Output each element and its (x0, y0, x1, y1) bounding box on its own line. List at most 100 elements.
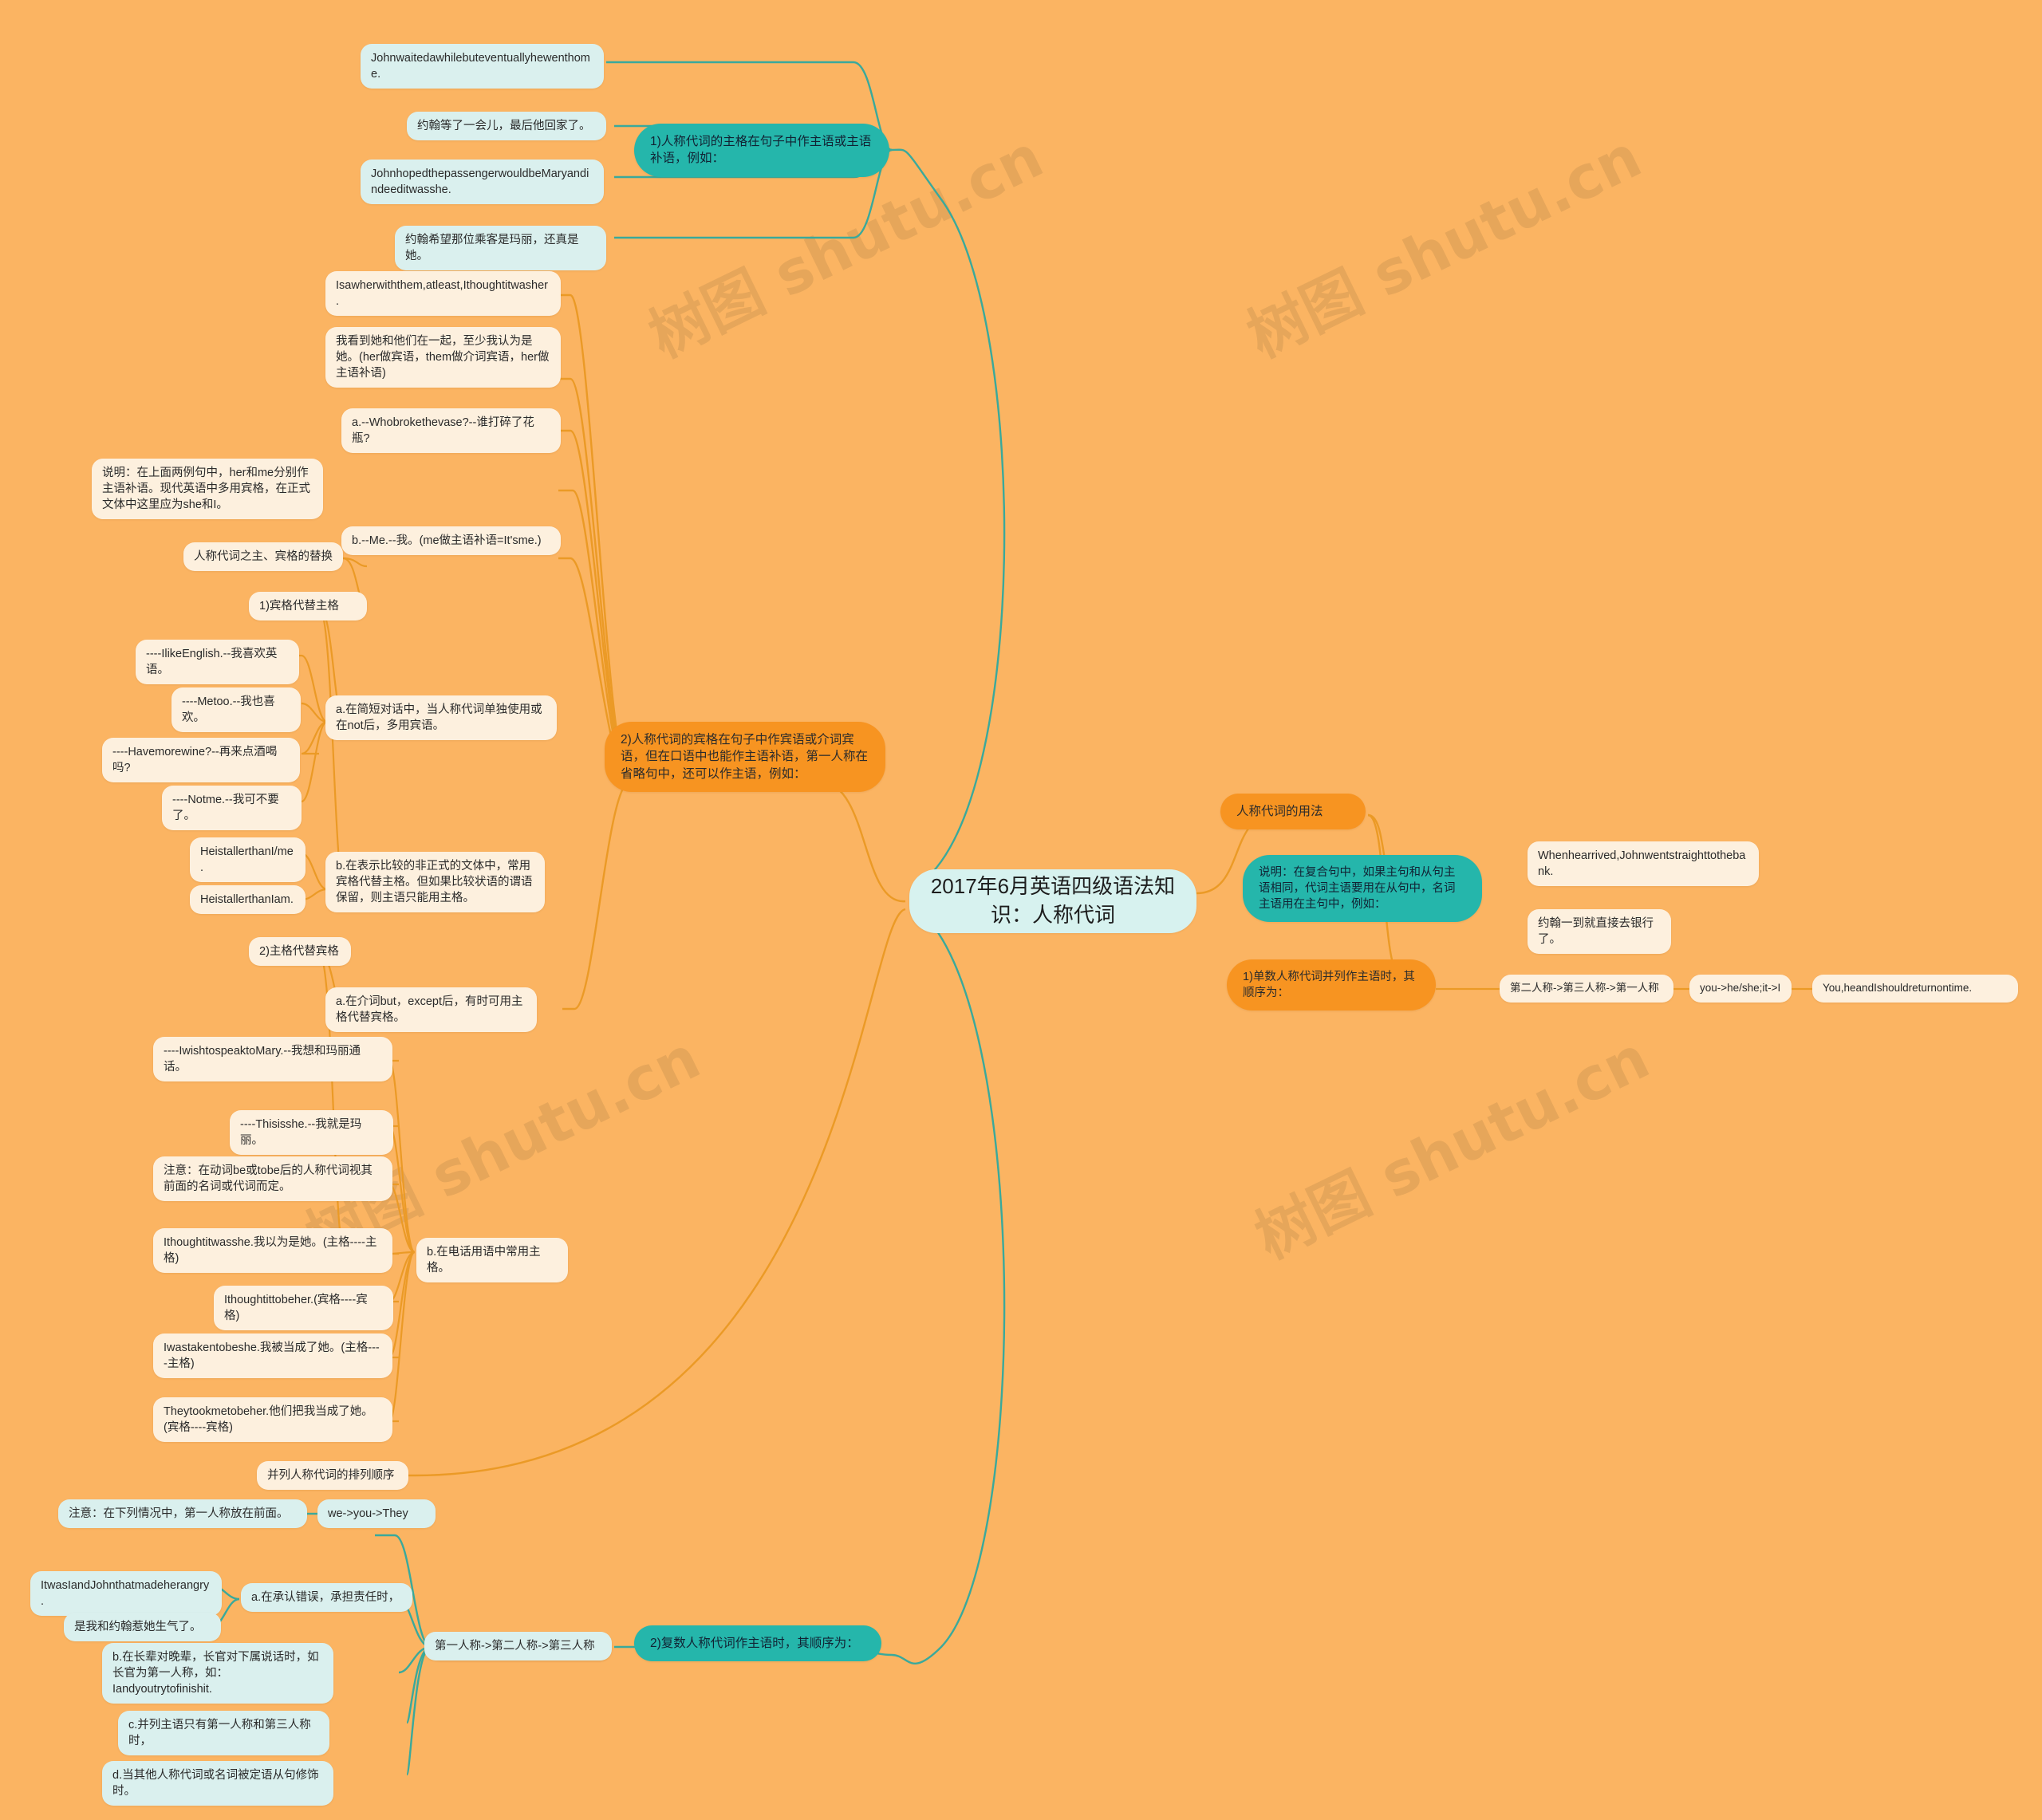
case-a-example-0[interactable]: ItwasIandJohnthatmadeherangry. (30, 1571, 222, 1616)
leaf-label: b.在表示比较的非正式的文体中，常用宾格代替主格。但如果比较状语的谓语保留，则主… (336, 860, 533, 904)
example-2b-4[interactable]: Ithoughtittobeher.(宾格----宾格) (214, 1286, 393, 1330)
leaf-label: a.在介词but，except后，有时可用主格代替宾格。 (336, 995, 523, 1024)
leaf-b2-ex-3[interactable]: b.--Me.--我。(me做主语补语=It'sme.) (341, 526, 561, 555)
leaf-label: 注意：在下列情况中，第一人称放在前面。 (69, 1507, 289, 1520)
note-first-person-front[interactable]: 注意：在下列情况中，第一人称放在前面。 (58, 1499, 307, 1528)
leaf-label: 1)单数人称代词并列作主语时，其顺序为： (1243, 971, 1415, 999)
leaf-b2-ex-0[interactable]: Isawherwiththem,atleast,Ithoughtitwasher… (325, 271, 561, 316)
order-cn-singular[interactable]: 第二人称->第三人称->第一人称 (1500, 975, 1673, 1003)
example-2b-6[interactable]: Theytookmetobeher.他们把我当成了她。(宾格----宾格) (153, 1397, 392, 1442)
order-cn-singular-bottom[interactable]: 第一人称->第二人称->第三人称 (424, 1632, 612, 1660)
branch-node-3[interactable]: 并列人称代词的排列顺序 (257, 1461, 408, 1490)
leaf-b1-3[interactable]: 约翰希望那位乘客是玛丽，还真是她。 (395, 226, 606, 270)
leaf-label: you->he/she;it->I (1700, 982, 1781, 994)
example-1a-2[interactable]: ----Havemorewine?--再来点酒喝吗? (102, 738, 300, 782)
example-1b-0[interactable]: HeistallerthanI/me. (190, 837, 306, 882)
leaf-label: Ithoughtittobeher.(宾格----宾格) (224, 1294, 368, 1322)
leaf-label: HeistallerthanIam. (200, 893, 294, 906)
note-example-1[interactable]: 约翰一到就直接去银行了。 (1528, 909, 1671, 954)
example-1a-1[interactable]: ----Metoo.--我也喜欢。 (171, 687, 301, 732)
example-1b-1[interactable]: HeistallerthanIam. (190, 885, 306, 914)
leaf-label: ----Metoo.--我也喜欢。 (182, 695, 275, 724)
branch-node-4[interactable]: 2)复数人称代词作主语时，其顺序为： (634, 1625, 881, 1662)
order-en-singular[interactable]: you->he/she;it->I (1689, 975, 1792, 1003)
example-2b-2[interactable]: 注意：在动词be或tobe后的人称代词视其前面的名词或代词而定。 (153, 1156, 392, 1201)
rule-2a[interactable]: a.在介词but，except后，有时可用主格代替宾格。 (325, 987, 537, 1032)
group-subject-for-object[interactable]: 2)主格代替宾格 (249, 937, 351, 966)
order-en-plural[interactable]: we->you->They (317, 1499, 436, 1528)
leaf-label: 约翰一到就直接去银行了。 (1538, 917, 1654, 946)
leaf-label: 说明：在上面两例句中，her和me分别作主语补语。现代英语中多用宾格，在正式文体… (102, 467, 310, 511)
leaf-label: 1)宾格代替主格 (259, 600, 339, 613)
root-node[interactable]: 2017年6月英语四级语法知识：人称代词 (909, 869, 1196, 933)
branch-node-1[interactable]: 1)人称代词的主格在句子中作主语或主语补语，例如： (634, 124, 889, 177)
leaf-label: b.在长辈对晚辈，长官对下属说话时，如长官为第一人称，如：Iandyoutryt… (112, 1651, 319, 1696)
branch-2-label: 2)人称代词的宾格在句子中作宾语或介词宾语，但在口语中也能作主语补语，第一人称在… (621, 733, 869, 781)
leaf-label: Whenhearrived,Johnwentstraighttothebank. (1538, 849, 1746, 878)
leaf-label: ----IlikeEnglish.--我喜欢英语。 (146, 648, 278, 676)
leaf-b2-ex-4[interactable]: 说明：在上面两例句中，her和me分别作主语补语。现代英语中多用宾格，在正式文体… (92, 459, 323, 519)
case-d[interactable]: d.当其他人称代词或名词被定语从句修饰时。 (102, 1761, 333, 1806)
leaf-label: Iwastakentobeshe.我被当成了她。(主格----主格) (164, 1341, 380, 1370)
branch-5-label: 人称代词的用法 (1236, 805, 1323, 818)
leaf-label: 约翰希望那位乘客是玛丽，还真是她。 (405, 234, 579, 262)
leaf-label: 说明：在复合句中，如果主句和从句主语相同，代词主语要用在从句中，名词主语用在主句… (1259, 866, 1456, 911)
leaf-label: 2)主格代替宾格 (259, 945, 339, 958)
example-1a-0[interactable]: ----IlikeEnglish.--我喜欢英语。 (136, 640, 299, 684)
leaf-label: a.--Whobrokethevase?--谁打碎了花瓶? (352, 416, 534, 445)
case-a-example-1[interactable]: 是我和约翰惹她生气了。 (64, 1613, 221, 1641)
case-b[interactable]: b.在长辈对晚辈，长官对下属说话时，如长官为第一人称，如：Iandyoutryt… (102, 1643, 333, 1704)
rule-2b[interactable]: b.在电话用语中常用主格。 (416, 1238, 568, 1282)
leaf-label: 并列人称代词的排列顺序 (267, 1469, 395, 1482)
leaf-label: ----IwishtospeaktoMary.--我想和玛丽通话。 (164, 1045, 361, 1073)
leaf-b1-1[interactable]: 约翰等了一会儿，最后他回家了。 (407, 112, 606, 140)
root-label: 2017年6月英语四级语法知识：人称代词 (930, 874, 1176, 927)
leaf-b2-ex-1[interactable]: 我看到她和他们在一起，至少我认为是她。(her做宾语，them做介词宾语，her… (325, 327, 561, 388)
leaf-label: You,heandIshouldreturnontime. (1823, 982, 1973, 994)
leaf-label: 是我和约翰惹她生气了。 (74, 1621, 202, 1633)
leaf-label: Isawherwiththem,atleast,Ithoughtitwasher… (336, 279, 548, 308)
leaf-label: ----Havemorewine?--再来点酒喝吗? (112, 746, 278, 774)
branch-node-2[interactable]: 2)人称代词的宾格在句子中作宾语或介词宾语，但在口语中也能作主语补语，第一人称在… (605, 722, 885, 793)
singular-example[interactable]: You,heandIshouldreturnontime. (1812, 975, 2018, 1003)
leaf-b1-2[interactable]: JohnhopedthepassengerwouldbeMaryandindee… (361, 160, 604, 204)
leaf-b2-ex-2[interactable]: a.--Whobrokethevase?--谁打碎了花瓶? (341, 408, 561, 453)
note-example-0[interactable]: Whenhearrived,Johnwentstraighttothebank. (1528, 841, 1759, 886)
singular-order-node[interactable]: 1)单数人称代词并列作主语时，其顺序为： (1227, 959, 1436, 1010)
leaf-label: we->you->They (328, 1507, 408, 1520)
example-2b-5[interactable]: Iwastakentobeshe.我被当成了她。(主格----主格) (153, 1333, 392, 1378)
leaf-label: b.在电话用语中常用主格。 (427, 1246, 541, 1274)
watermark-4: 树图 shutu.cn (1245, 1023, 1660, 1273)
case-a[interactable]: a.在承认错误，承担责任时， (241, 1583, 412, 1612)
leaf-label: 我看到她和他们在一起，至少我认为是她。(her做宾语，them做介词宾语，her… (336, 335, 550, 380)
case-c[interactable]: c.并列主语只有第一人称和第三人称时， (118, 1711, 329, 1755)
branch-1-label: 1)人称代词的主格在句子中作主语或主语补语，例如： (650, 135, 872, 166)
group-object-for-subject[interactable]: 1)宾格代替主格 (249, 592, 367, 620)
leaf-label: 约翰等了一会儿，最后他回家了。 (417, 120, 591, 132)
example-1a-3[interactable]: ----Notme.--我可不要了。 (162, 786, 302, 830)
leaf-label: 第二人称->第三人称->第一人称 (1510, 982, 1659, 994)
leaf-label: Ithoughtitwasshe.我以为是她。(主格----主格) (164, 1236, 377, 1265)
branch-4-label: 2)复数人称代词作主语时，其顺序为： (650, 1637, 859, 1650)
example-2b-3[interactable]: Ithoughtitwasshe.我以为是她。(主格----主格) (153, 1228, 392, 1273)
node-substitution[interactable]: 人称代词之主、宾格的替换 (183, 542, 343, 571)
note-complex-sentence[interactable]: 说明：在复合句中，如果主句和从句主语相同，代词主语要用在从句中，名词主语用在主句… (1243, 855, 1482, 922)
rule-1a[interactable]: a.在简短对话中，当人称代词单独使用或在not后，多用宾语。 (325, 695, 557, 740)
watermark-2: 树图 shutu.cn (1237, 122, 1652, 372)
example-2b-0[interactable]: ----IwishtospeaktoMary.--我想和玛丽通话。 (153, 1037, 392, 1081)
leaf-label: a.在承认错误，承担责任时， (251, 1591, 400, 1604)
rule-1b[interactable]: b.在表示比较的非正式的文体中，常用宾格代替主格。但如果比较状语的谓语保留，则主… (325, 852, 545, 912)
leaf-label: ItwasIandJohnthatmadeherangry. (41, 1579, 210, 1608)
leaf-label: 人称代词之主、宾格的替换 (194, 550, 333, 563)
leaf-label: 注意：在动词be或tobe后的人称代词视其前面的名词或代词而定。 (164, 1164, 373, 1193)
branch-node-5[interactable]: 人称代词的用法 (1220, 794, 1366, 830)
leaf-label: b.--Me.--我。(me做主语补语=It'sme.) (352, 534, 542, 547)
example-2b-1[interactable]: ----Thisisshe.--我就是玛丽。 (230, 1110, 393, 1155)
leaf-label: HeistallerthanI/me. (200, 845, 294, 874)
leaf-label: JohnhopedthepassengerwouldbeMaryandindee… (371, 167, 589, 196)
leaf-label: 第一人称->第二人称->第三人称 (435, 1640, 595, 1653)
leaf-label: d.当其他人称代词或名词被定语从句修饰时。 (112, 1769, 319, 1798)
leaf-label: ----Notme.--我可不要了。 (172, 794, 279, 822)
leaf-b1-0[interactable]: Johnwaitedawhilebuteventuallyhewenthome. (361, 44, 604, 89)
leaf-label: Johnwaitedawhilebuteventuallyhewenthome. (371, 52, 590, 81)
